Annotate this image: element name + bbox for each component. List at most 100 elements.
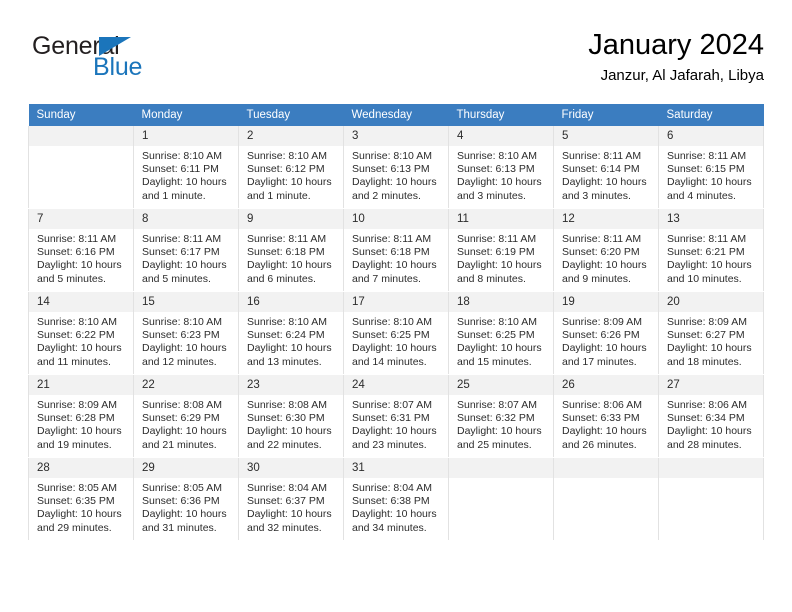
sunset-text: Sunset: 6:12 PM bbox=[247, 163, 325, 176]
sunset-text: Sunset: 6:19 PM bbox=[457, 246, 535, 259]
daylight-text: Daylight: 10 hours and 3 minutes. bbox=[562, 176, 647, 202]
daylight-text: Daylight: 10 hours and 21 minutes. bbox=[142, 425, 227, 451]
calendar-day-cell[interactable]: 5 Sunrise: 8:11 AM Sunset: 6:14 PM Daylight… bbox=[553, 126, 659, 209]
sunrise-text: Sunrise: 8:11 AM bbox=[667, 150, 747, 162]
sunrise-text: Sunrise: 8:08 AM bbox=[247, 399, 327, 411]
sunset-text: Sunset: 6:16 PM bbox=[37, 246, 115, 259]
calendar-day-cell[interactable]: 10 Sunrise: 8:11 AM Sunset: 6:18 PM Dayligh… bbox=[343, 208, 449, 292]
day-number: 22 bbox=[134, 375, 238, 395]
daylight-text: Daylight: 10 hours and 6 minutes. bbox=[247, 259, 332, 285]
calendar-day-cell[interactable]: 9 Sunrise: 8:11 AM Sunset: 6:18 PM Daylight… bbox=[238, 208, 344, 292]
sunrise-text: Sunrise: 8:11 AM bbox=[562, 233, 642, 245]
sunset-text: Sunset: 6:37 PM bbox=[247, 495, 325, 508]
daylight-text: Daylight: 10 hours and 1 minute. bbox=[142, 176, 227, 202]
title-block: January 2024 Janzur, Al Jafarah, Libya bbox=[588, 28, 764, 86]
calendar-body: 1 Sunrise: 8:10 AM Sunset: 6:11 PM Daylight… bbox=[28, 126, 764, 541]
daylight-text: Daylight: 10 hours and 5 minutes. bbox=[37, 259, 122, 285]
calendar-day-cell[interactable]: 4 Sunrise: 8:10 AM Sunset: 6:13 PM Daylight… bbox=[448, 126, 554, 209]
day-details: Sunrise: 8:10 AM Sunset: 6:22 PM Daylight:… bbox=[29, 312, 133, 369]
calendar-day-cell[interactable]: 7 Sunrise: 8:11 AM Sunset: 6:16 PM Daylight… bbox=[28, 208, 134, 292]
day-details: Sunrise: 8:05 AM Sunset: 6:36 PM Daylight:… bbox=[134, 478, 238, 535]
day-number: 1 bbox=[134, 126, 238, 146]
calendar-day-cell[interactable]: 1 Sunrise: 8:10 AM Sunset: 6:11 PM Daylight… bbox=[133, 126, 239, 209]
calendar-day-cell[interactable]: 30 Sunrise: 8:04 AM Sunset: 6:37 PM Dayligh… bbox=[238, 457, 344, 541]
calendar-day-cell[interactable]: 23 Sunrise: 8:08 AM Sunset: 6:30 PM Dayligh… bbox=[238, 374, 344, 458]
daylight-text: Daylight: 10 hours and 18 minutes. bbox=[667, 342, 752, 368]
sunrise-text: Sunrise: 8:10 AM bbox=[142, 316, 222, 328]
daylight-text: Daylight: 10 hours and 5 minutes. bbox=[142, 259, 227, 285]
sunrise-text: Sunrise: 8:07 AM bbox=[352, 399, 432, 411]
sunrise-sunset-calendar: Sunday Monday Tuesday Wednesday Thursday Frid… bbox=[28, 104, 764, 541]
sunset-text: Sunset: 6:26 PM bbox=[562, 329, 640, 342]
day-number: 16 bbox=[239, 292, 343, 312]
calendar-day-cell[interactable]: 18 Sunrise: 8:10 AM Sunset: 6:25 PM Dayligh… bbox=[448, 291, 554, 375]
calendar-day-cell[interactable]: 24 Sunrise: 8:07 AM Sunset: 6:31 PM Dayligh… bbox=[343, 374, 449, 458]
calendar-day-cell[interactable]: 29 Sunrise: 8:05 AM Sunset: 6:36 PM Dayligh… bbox=[133, 457, 239, 541]
day-details: Sunrise: 8:11 AM Sunset: 6:18 PM Daylight:… bbox=[344, 229, 448, 286]
calendar-day-cell[interactable]: 14 Sunrise: 8:10 AM Sunset: 6:22 PM Dayligh… bbox=[28, 291, 134, 375]
daylight-text: Daylight: 10 hours and 11 minutes. bbox=[37, 342, 122, 368]
day-details: Sunrise: 8:11 AM Sunset: 6:15 PM Daylight:… bbox=[659, 146, 763, 203]
day-details: Sunrise: 8:08 AM Sunset: 6:30 PM Daylight:… bbox=[239, 395, 343, 452]
day-details: Sunrise: 8:11 AM Sunset: 6:19 PM Daylight:… bbox=[449, 229, 553, 286]
calendar-day-cell[interactable]: 15 Sunrise: 8:10 AM Sunset: 6:23 PM Dayligh… bbox=[133, 291, 239, 375]
calendar-day-cell-empty bbox=[448, 457, 554, 541]
daylight-text: Daylight: 10 hours and 14 minutes. bbox=[352, 342, 437, 368]
day-details: Sunrise: 8:09 AM Sunset: 6:26 PM Daylight:… bbox=[554, 312, 658, 369]
day-details: Sunrise: 8:10 AM Sunset: 6:25 PM Daylight:… bbox=[344, 312, 448, 369]
day-details: Sunrise: 8:10 AM Sunset: 6:25 PM Daylight:… bbox=[449, 312, 553, 369]
page-subtitle: Janzur, Al Jafarah, Libya bbox=[600, 67, 764, 84]
day-number: 19 bbox=[554, 292, 658, 312]
sunrise-text: Sunrise: 8:11 AM bbox=[667, 233, 747, 245]
daylight-text: Daylight: 10 hours and 15 minutes. bbox=[457, 342, 542, 368]
page-title: January 2024 bbox=[588, 29, 764, 61]
daylight-text: Daylight: 10 hours and 32 minutes. bbox=[247, 508, 332, 534]
daylight-text: Daylight: 10 hours and 1 minute. bbox=[247, 176, 332, 202]
daylight-text: Daylight: 10 hours and 7 minutes. bbox=[352, 259, 437, 285]
sunset-text: Sunset: 6:35 PM bbox=[37, 495, 115, 508]
day-number: 9 bbox=[239, 209, 343, 229]
calendar-day-cell[interactable]: 13 Sunrise: 8:11 AM Sunset: 6:21 PM Dayligh… bbox=[658, 208, 764, 292]
calendar-day-cell[interactable]: 21 Sunrise: 8:09 AM Sunset: 6:28 PM Dayligh… bbox=[28, 374, 134, 458]
calendar-page: General Blue January 2024 Janzur, Al Jaf… bbox=[0, 0, 792, 612]
day-details: Sunrise: 8:10 AM Sunset: 6:13 PM Daylight:… bbox=[449, 146, 553, 203]
sunrise-text: Sunrise: 8:11 AM bbox=[142, 233, 222, 245]
calendar-day-cell[interactable]: 16 Sunrise: 8:10 AM Sunset: 6:24 PM Dayligh… bbox=[238, 291, 344, 375]
day-details: Sunrise: 8:09 AM Sunset: 6:28 PM Daylight:… bbox=[29, 395, 133, 452]
calendar-day-cell[interactable]: 25 Sunrise: 8:07 AM Sunset: 6:32 PM Dayligh… bbox=[448, 374, 554, 458]
calendar-day-cell[interactable]: 20 Sunrise: 8:09 AM Sunset: 6:27 PM Dayligh… bbox=[658, 291, 764, 375]
calendar-week-row: 14 Sunrise: 8:10 AM Sunset: 6:22 PM Dayligh… bbox=[28, 291, 764, 375]
calendar-day-cell[interactable]: 11 Sunrise: 8:11 AM Sunset: 6:19 PM Dayligh… bbox=[448, 208, 554, 292]
calendar-day-cell[interactable]: 6 Sunrise: 8:11 AM Sunset: 6:15 PM Daylight… bbox=[658, 126, 764, 209]
calendar-header-row: Sunday Monday Tuesday Wednesday Thursday Frid… bbox=[28, 104, 764, 126]
day-number: 28 bbox=[29, 458, 133, 478]
calendar-day-cell[interactable]: 31 Sunrise: 8:04 AM Sunset: 6:38 PM Dayligh… bbox=[343, 457, 449, 541]
day-number: 31 bbox=[344, 458, 448, 478]
sunset-text: Sunset: 6:17 PM bbox=[142, 246, 220, 259]
day-number: 26 bbox=[554, 375, 658, 395]
day-number: 3 bbox=[344, 126, 448, 146]
calendar-day-cell[interactable]: 12 Sunrise: 8:11 AM Sunset: 6:20 PM Dayligh… bbox=[553, 208, 659, 292]
day-number: 24 bbox=[344, 375, 448, 395]
calendar-day-cell[interactable]: 17 Sunrise: 8:10 AM Sunset: 6:25 PM Dayligh… bbox=[343, 291, 449, 375]
calendar-day-cell[interactable]: 28 Sunrise: 8:05 AM Sunset: 6:35 PM Dayligh… bbox=[28, 457, 134, 541]
logo-text-blue: Blue bbox=[93, 53, 143, 81]
weekday-header-friday: Friday bbox=[553, 104, 659, 126]
calendar-day-cell-empty bbox=[28, 126, 134, 209]
sunset-text: Sunset: 6:38 PM bbox=[352, 495, 430, 508]
page-header: General Blue January 2024 Janzur, Al Jaf… bbox=[28, 28, 764, 90]
day-details: Sunrise: 8:10 AM Sunset: 6:24 PM Daylight:… bbox=[239, 312, 343, 369]
day-details: Sunrise: 8:04 AM Sunset: 6:37 PM Daylight:… bbox=[239, 478, 343, 535]
calendar-day-cell[interactable]: 22 Sunrise: 8:08 AM Sunset: 6:29 PM Dayligh… bbox=[133, 374, 239, 458]
calendar-day-cell[interactable]: 8 Sunrise: 8:11 AM Sunset: 6:17 PM Daylight… bbox=[133, 208, 239, 292]
calendar-day-cell[interactable]: 19 Sunrise: 8:09 AM Sunset: 6:26 PM Dayligh… bbox=[553, 291, 659, 375]
calendar-day-cell[interactable]: 3 Sunrise: 8:10 AM Sunset: 6:13 PM Daylight… bbox=[343, 126, 449, 209]
calendar-day-cell[interactable]: 27 Sunrise: 8:06 AM Sunset: 6:34 PM Dayligh… bbox=[658, 374, 764, 458]
calendar-day-cell[interactable]: 2 Sunrise: 8:10 AM Sunset: 6:12 PM Daylight… bbox=[238, 126, 344, 209]
day-details: Sunrise: 8:07 AM Sunset: 6:32 PM Daylight:… bbox=[449, 395, 553, 452]
day-number: 8 bbox=[134, 209, 238, 229]
day-number: 21 bbox=[29, 375, 133, 395]
sunrise-text: Sunrise: 8:09 AM bbox=[562, 316, 642, 328]
calendar-day-cell[interactable]: 26 Sunrise: 8:06 AM Sunset: 6:33 PM Dayligh… bbox=[553, 374, 659, 458]
sunrise-text: Sunrise: 8:07 AM bbox=[457, 399, 537, 411]
